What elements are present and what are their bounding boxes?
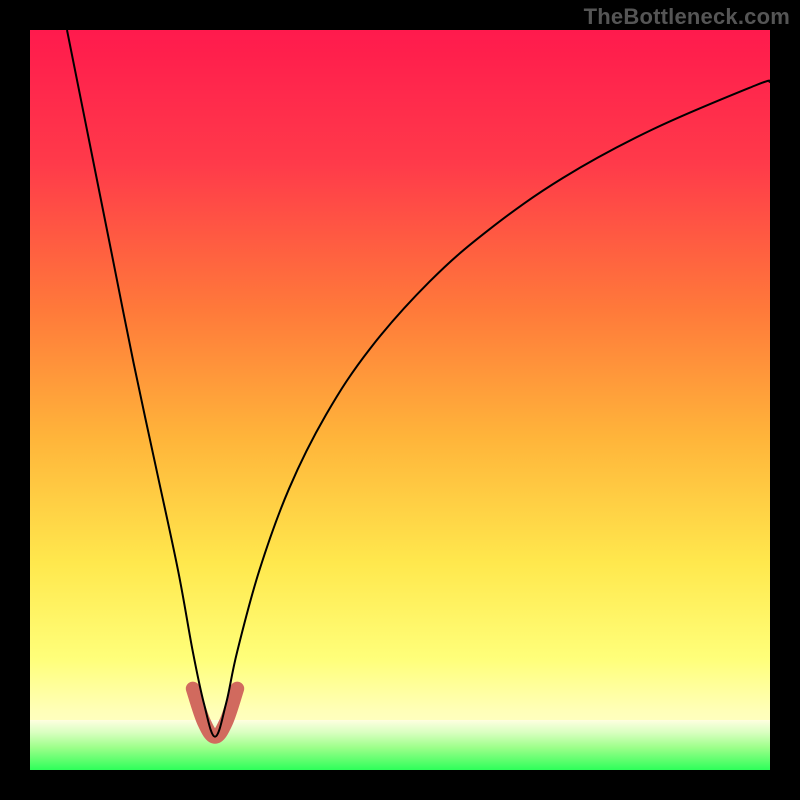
curve-layer	[30, 30, 770, 770]
plot-area	[30, 30, 770, 770]
watermark-text: TheBottleneck.com	[584, 4, 790, 30]
bottleneck-curve	[67, 30, 770, 737]
curve-accent-segment	[193, 689, 237, 737]
chart-frame: TheBottleneck.com	[0, 0, 800, 800]
